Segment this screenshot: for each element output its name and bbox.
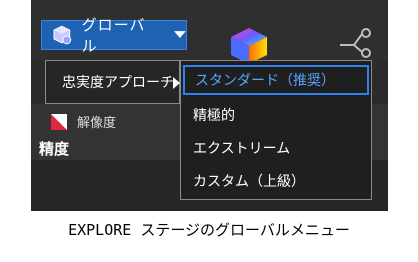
app-screen: グローバル 解像度 精度 忠実度アプローチ スタンダード（推奨） 精極的 エクス… <box>31 0 388 211</box>
dropdown-item-custom[interactable]: カスタム（上級） <box>181 165 371 197</box>
fidelity-approach-menu-item[interactable]: 忠実度アプローチ <box>45 60 180 104</box>
chevron-down-icon <box>174 31 186 38</box>
fidelity-approach-label: 忠実度アプローチ <box>62 75 174 91</box>
share-icon[interactable] <box>334 25 374 61</box>
dropdown-item-label: 精極的 <box>193 108 235 124</box>
fidelity-dropdown: スタンダード（推奨） 精極的 エクストリーム カスタム（上級） <box>180 60 372 200</box>
dropdown-item-label: スタンダード（推奨） <box>195 73 335 89</box>
dropdown-item-standard[interactable]: スタンダード（推奨） <box>183 65 369 95</box>
color-cube-icon[interactable] <box>229 26 269 64</box>
dropdown-item-label: エクストリーム <box>193 141 291 157</box>
dropdown-item-aggressive[interactable]: 精極的 <box>181 99 371 131</box>
resolution-row[interactable]: 解像度 <box>51 112 116 131</box>
resolution-label: 解像度 <box>77 116 117 131</box>
resolution-icon <box>51 113 67 130</box>
figure-caption: EXPLORE ステージのグローバルメニュー <box>68 221 350 239</box>
global-menu-button[interactable]: グローバル <box>41 16 187 55</box>
precision-label: 精度 <box>39 140 70 158</box>
submenu-arrow-icon <box>173 77 180 89</box>
dropdown-item-label: カスタム（上級） <box>193 174 305 190</box>
global-menu-label: グローバル <box>81 16 146 55</box>
dropdown-item-extreme[interactable]: エクストリーム <box>181 132 371 164</box>
cube-settings-icon <box>53 25 72 45</box>
